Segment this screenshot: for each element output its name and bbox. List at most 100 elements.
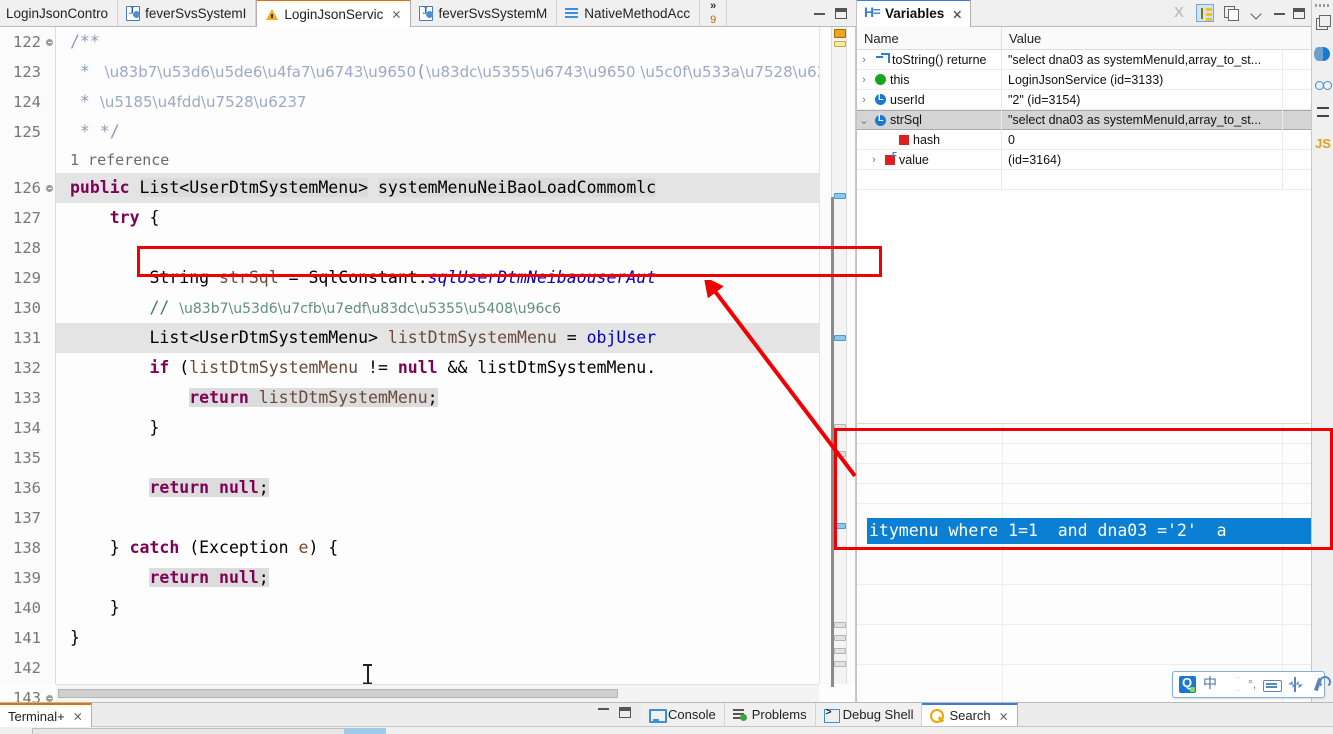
terminal-scrollbar[interactable] <box>32 728 372 734</box>
search-icon <box>930 708 945 723</box>
variable-name-cell <box>857 169 1002 190</box>
code-line-126: public List<UserDtmSystemMenu> systemMen… <box>56 173 819 203</box>
variable-row-tostring[interactable]: › toString() returne "select dna03 as sy… <box>857 49 1312 70</box>
drag-handle-dots-icon[interactable] <box>1312 0 1333 10</box>
variable-extra-cell <box>1282 110 1312 130</box>
expand-twisty-icon[interactable]: › <box>857 74 871 86</box>
chinese-mode-icon[interactable]: 中 <box>1203 676 1217 693</box>
moon-icon[interactable] <box>1224 676 1242 693</box>
close-icon[interactable]: ⨯ <box>73 709 83 723</box>
editor-window-buttons <box>805 0 856 26</box>
keyboard-icon[interactable] <box>1263 676 1283 693</box>
tab-console[interactable]: Console <box>641 703 725 726</box>
editor-horizontal-scroll-thumb[interactable] <box>58 689 618 698</box>
overview-marker-occurrence[interactable] <box>834 193 846 199</box>
tab-terminal[interactable]: Terminal+ ⨯ <box>0 703 92 727</box>
variable-row-strsql[interactable]: ⌄ strSql "select dna03 as systemMenuId,a… <box>857 110 1312 130</box>
editor-tab-overflow-button[interactable]: » 9 <box>700 0 728 26</box>
close-icon[interactable]: ⨯ <box>391 7 401 21</box>
line-number: 123 <box>13 63 41 81</box>
overview-ruler[interactable] <box>819 27 855 687</box>
editor-tab-loginjsoncontro[interactable]: LoginJsonContro <box>0 0 119 26</box>
detail-grid <box>857 424 1312 702</box>
code-line-134: } <box>70 418 160 437</box>
expressions-view-icon[interactable] <box>1312 70 1333 100</box>
editor-tab-loginjsonservic[interactable]: LoginJsonServic ⨯ <box>256 0 412 27</box>
tab-problems[interactable]: Problems <box>724 703 816 726</box>
overview-marker-warning[interactable] <box>834 41 846 47</box>
tab-variables[interactable]: Variables ⨯ <box>857 0 972 27</box>
outline-view-icon[interactable] <box>1312 100 1333 130</box>
tab-label: Console <box>668 707 716 722</box>
column-header-value[interactable]: Value <box>1002 27 1312 50</box>
java-file-icon <box>126 5 141 21</box>
detail-selected-text[interactable]: itymenu where 1=1 and dna03 ='2' a <box>867 518 1312 544</box>
column-header-name[interactable]: Name <box>857 26 1002 50</box>
copy-variables-icon[interactable] <box>1222 4 1240 22</box>
overview-marker-warning[interactable] <box>834 29 846 38</box>
overview-marker-occurrence[interactable] <box>834 335 846 341</box>
expand-twisty-icon[interactable]: › <box>867 154 881 166</box>
toolbox-icon[interactable] <box>1287 676 1304 693</box>
line-number: 131 <box>13 329 41 347</box>
minimize-icon[interactable] <box>1274 12 1285 15</box>
overview-marker[interactable] <box>834 635 846 641</box>
minimize-icon[interactable] <box>598 707 609 710</box>
overview-scroll-thumb[interactable] <box>831 197 834 687</box>
editor-tab-feversvssystemm[interactable]: feverSvsSystemM <box>411 0 558 26</box>
editor-horizontal-scrollbar[interactable] <box>56 684 819 702</box>
close-icon[interactable]: ⨯ <box>952 7 962 21</box>
variables-view-icon[interactable] <box>1312 40 1333 70</box>
tab-search[interactable]: Search ⨯ <box>922 703 1018 726</box>
collapse-all-icon[interactable]: X <box>1170 4 1188 22</box>
overview-marker[interactable] <box>834 424 846 430</box>
minimize-icon[interactable] <box>814 12 825 15</box>
code-line-125: * */ <box>70 122 120 141</box>
variable-row-value[interactable]: › value (id=3164) <box>857 149 1312 170</box>
bottom-view-tabs: Console Problems Debug Shell Search ⨯ ht… <box>641 703 1333 727</box>
code-line-133: return listDtmSystemMenu; <box>189 388 438 407</box>
variable-extra-cell <box>1282 89 1312 110</box>
close-icon[interactable]: ⨯ <box>999 709 1009 723</box>
line-number: 128 <box>13 239 41 257</box>
show-logical-structure-icon[interactable] <box>1196 4 1214 22</box>
javascript-view-icon[interactable]: JS <box>1312 130 1333 160</box>
expand-twisty-icon[interactable]: › <box>857 54 871 66</box>
variable-row-this[interactable]: › this LoginJsonService (id=3133) <box>857 69 1312 90</box>
variable-name: toString() returne <box>892 52 987 67</box>
ime-logo-icon[interactable] <box>1179 675 1196 693</box>
overview-marker[interactable] <box>834 661 846 667</box>
code-editor-area: LoginJsonContro feverSvsSystemI LoginJso… <box>0 0 856 734</box>
code-text-area[interactable]: /** * \u83b7\u53d6\u5de6\u4fa7\u6743\u96… <box>56 27 819 684</box>
maximize-icon[interactable] <box>619 707 631 718</box>
reference-hint[interactable]: 1 reference <box>56 147 819 173</box>
variable-row-hash[interactable]: hash 0 <box>857 129 1312 150</box>
restore-icon[interactable] <box>1312 10 1333 40</box>
overview-marker-occurrence[interactable] <box>834 523 846 529</box>
editor-tab-nativemethodacc[interactable]: NativeMethodAcc <box>557 0 701 26</box>
overview-marker[interactable] <box>834 451 846 457</box>
overview-marker[interactable] <box>834 648 846 654</box>
variable-row-userid[interactable]: › userId "2" (id=3154) <box>857 89 1312 110</box>
tab-debug-shell[interactable]: Debug Shell <box>815 703 923 726</box>
variables-tree[interactable]: › toString() returne "select dna03 as sy… <box>857 49 1312 423</box>
editor-tab-feversvssysteml[interactable]: feverSvsSystemI <box>118 0 257 26</box>
overview-marker[interactable] <box>834 622 846 628</box>
maximize-icon[interactable] <box>835 7 847 19</box>
settings-wrench-icon[interactable] <box>1311 676 1332 693</box>
punctuation-icon[interactable]: °, <box>1248 676 1256 693</box>
ime-floating-toolbar[interactable]: 中 °, <box>1172 671 1332 698</box>
maximize-icon[interactable] <box>1293 7 1305 19</box>
variable-name-cell: › toString() returne <box>857 49 1002 70</box>
variable-name: value <box>899 152 929 167</box>
collapse-twisty-icon[interactable]: ⌄ <box>857 114 871 127</box>
view-menu-chevron-down-icon[interactable] <box>1248 4 1266 22</box>
terminal-scroll-thumb[interactable] <box>344 728 386 734</box>
expand-twisty-icon[interactable]: › <box>857 94 871 106</box>
variable-extra-cell <box>1282 149 1312 170</box>
variable-detail-pane[interactable]: itymenu where 1=1 and dna03 ='2' a <box>857 423 1312 702</box>
